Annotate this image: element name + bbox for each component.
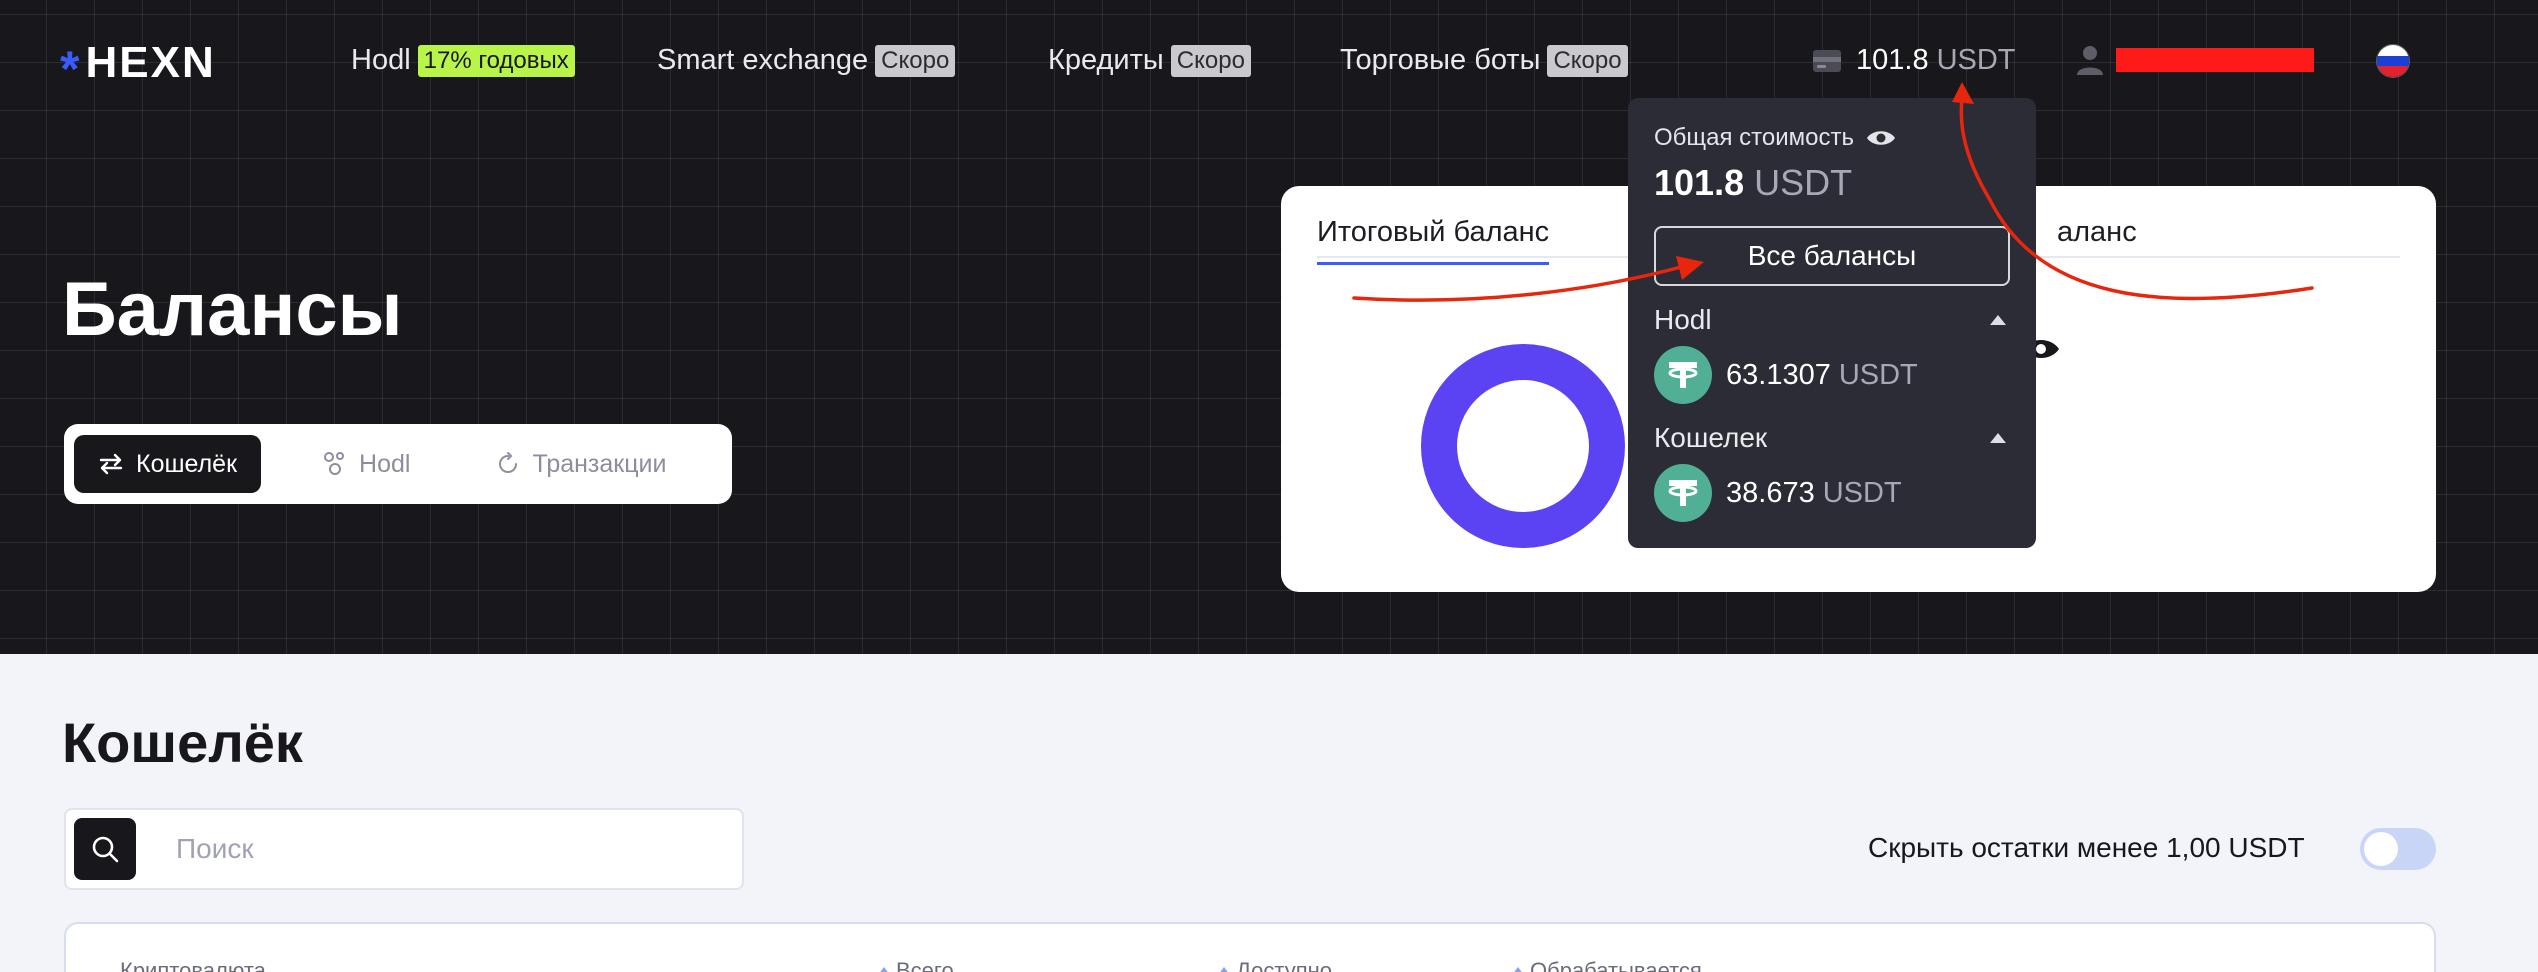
refresh-icon (499, 452, 518, 473)
column-header-label: Доступно (1236, 958, 1333, 972)
total-value-currency: USDT (1754, 162, 1853, 203)
asset-currency: USDT (1822, 476, 1902, 509)
column-header-label: Обрабатывается (1530, 958, 1702, 972)
hide-small-balances-toggle[interactable] (2360, 828, 2436, 870)
sort-arrow-icon (1512, 967, 1524, 972)
section-hodl[interactable]: Hodl (1654, 304, 2010, 336)
tether-icon (1654, 464, 1712, 522)
column-header-available[interactable]: Доступно (1218, 958, 1332, 972)
hide-small-balances-label: Скрыть остатки менее 1,00 USDT (1868, 832, 2305, 863)
tab-transactions[interactable]: Транзакции (472, 435, 690, 493)
card-tab-partial-2[interactable]: аланс (2057, 216, 2137, 249)
nav-badge: 17% годовых (417, 44, 575, 77)
logo-text: HEXN (85, 38, 216, 87)
tab-label: Кошелёк (136, 449, 238, 478)
sort-arrow-icon (1218, 967, 1230, 972)
language-flag-icon[interactable] (2376, 44, 2410, 78)
search-input[interactable] (176, 833, 676, 865)
card-tab-total-balance[interactable]: Итоговый баланс (1317, 216, 1550, 265)
column-header-currency[interactable]: Криптовалюта (120, 958, 266, 972)
column-header-label: Всего (896, 958, 954, 972)
tab-label: Транзакции (532, 449, 667, 478)
nav-credits[interactable]: Кредиты Скоро (1048, 44, 1251, 77)
tab-wallet[interactable]: Кошелёк (74, 435, 262, 493)
user-icon[interactable] (2076, 44, 2104, 76)
nav-badge: Скоро (1170, 44, 1251, 77)
nav-badge: Скоро (1547, 44, 1628, 77)
header-balance[interactable]: 101.8 USDT (1812, 44, 2016, 77)
nav-hodl[interactable]: Hodl 17% годовых (351, 44, 575, 77)
header-balance-value: 101.8 (1856, 44, 1929, 76)
search-box (64, 808, 744, 890)
logo-star-icon: * (60, 41, 80, 97)
logo[interactable]: * HEXN (60, 38, 216, 94)
hodl-icon (324, 452, 345, 475)
total-value-label: Общая стоимость (1654, 124, 1854, 151)
tether-icon (1654, 346, 1712, 404)
tab-label: Hodl (359, 449, 411, 478)
total-value-label-row: Общая стоимость (1654, 124, 2010, 152)
total-value: 101.8 USDT (1654, 162, 2010, 204)
nav-badge: Скоро (875, 44, 956, 77)
eye-icon[interactable] (1866, 128, 1896, 148)
section-name: Кошелек (1654, 422, 1768, 453)
wallet-section-title: Кошелёк (62, 711, 303, 774)
page-title: Балансы (62, 267, 403, 352)
section-name: Hodl (1654, 304, 1712, 335)
nav-trading-bots[interactable]: Торговые боты Скоро (1340, 44, 1628, 77)
tab-hodl[interactable]: Hodl (299, 435, 434, 493)
total-value-amount: 101.8 (1654, 162, 1745, 203)
column-header-total[interactable]: Всего (878, 958, 954, 972)
wallet-table: Криптовалюта Всего Доступно Обрабатывает… (64, 922, 2436, 972)
balance-tabs: Кошелёк Hodl Транзакции (64, 424, 732, 504)
sort-arrow-icon (878, 967, 890, 972)
asset-currency: USDT (1838, 358, 1918, 391)
column-header-label: Криптовалюта (120, 958, 266, 972)
toggle-knob (2364, 832, 2398, 866)
nav-label: Торговые боты (1340, 44, 1541, 76)
asset-row: 38.673 USDT (1654, 464, 2010, 522)
search-button[interactable] (74, 818, 136, 880)
collapse-arrow-icon[interactable] (1990, 315, 2006, 325)
redacted-username (2116, 48, 2314, 72)
balance-donut-chart (1421, 344, 1625, 548)
column-header-processing[interactable]: Обрабатывается (1512, 958, 1702, 972)
asset-row: 63.1307 USDT (1654, 346, 2010, 404)
section-wallet[interactable]: Кошелек (1654, 422, 2010, 454)
balance-dropdown: Общая стоимость 101.8 USDT Все балансы H… (1628, 98, 2036, 548)
asset-amount: 63.1307 (1726, 358, 1831, 391)
nav-label: Smart exchange (657, 44, 869, 76)
header-balance-currency: USDT (1936, 44, 2016, 76)
swap-icon (99, 453, 123, 475)
wallet-icon (1813, 49, 1841, 72)
all-balances-button[interactable]: Все балансы (1654, 226, 2010, 286)
collapse-arrow-icon[interactable] (1990, 433, 2006, 443)
nav-smart-exchange[interactable]: Smart exchange Скоро (657, 44, 956, 77)
nav-label: Hodl (351, 44, 411, 76)
search-icon (92, 836, 119, 863)
nav-label: Кредиты (1048, 44, 1164, 76)
asset-amount: 38.673 (1726, 476, 1815, 509)
